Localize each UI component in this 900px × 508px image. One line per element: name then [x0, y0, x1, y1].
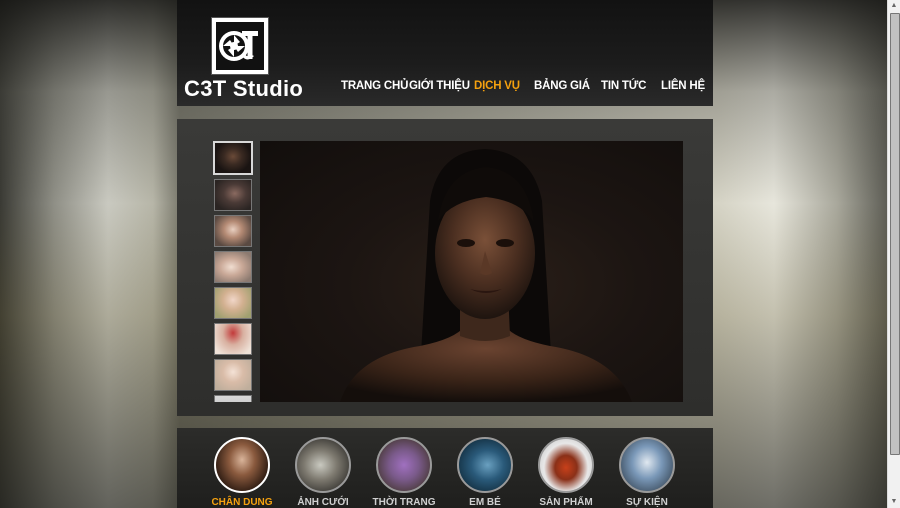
site-header: C3T Studio TRANG CHỦ GIỚI THIỆU DỊCH VỤ … [177, 0, 713, 106]
thumbnail-8[interactable] [214, 395, 252, 402]
thumbnail-5[interactable] [214, 287, 252, 319]
category-label: THỜI TRANG [372, 497, 436, 508]
category-su-kien[interactable]: SỰ KIỆN [616, 437, 678, 508]
thumbnail-6[interactable] [214, 323, 252, 355]
category-label: SẢN PHẨM [539, 497, 593, 508]
gallery-slider [177, 119, 713, 416]
category-image [619, 437, 675, 493]
portrait-photo [340, 149, 632, 402]
thumbnail-4[interactable] [214, 251, 252, 283]
brand-name[interactable]: C3T Studio [184, 76, 303, 102]
category-san-pham[interactable]: SẢN PHẨM [535, 437, 597, 508]
service-categories: CHÂN DUNG ẢNH CƯỚI THỜI TRANG EM BÉ SẢN … [177, 428, 713, 508]
nav-item-trang-chu[interactable]: TRANG CHỦ [341, 80, 408, 92]
thumbnail-3[interactable] [214, 215, 252, 247]
category-label: EM BÉ [469, 497, 501, 508]
main-gallery-photo[interactable] [260, 141, 683, 402]
category-label: SỰ KIỆN [626, 497, 668, 508]
page-scrollbar[interactable]: ▲ ▼ [887, 0, 900, 508]
category-image [376, 437, 432, 493]
category-label: CHÂN DUNG [211, 497, 273, 508]
logo[interactable] [211, 17, 269, 75]
thumbnail-2[interactable] [214, 179, 252, 211]
category-anh-cuoi[interactable]: ẢNH CƯỚI [292, 437, 354, 508]
category-chan-dung[interactable]: CHÂN DUNG [211, 437, 273, 508]
category-thoi-trang[interactable]: THỜI TRANG [373, 437, 435, 508]
thumbnail-7[interactable] [214, 359, 252, 391]
nav-item-gioi-thieu[interactable]: GIỚI THIỆU [409, 80, 470, 92]
category-image [457, 437, 513, 493]
category-label: ẢNH CƯỚI [297, 497, 349, 508]
scrollbar-thumb[interactable] [890, 13, 900, 455]
thumbnail-1[interactable] [213, 141, 253, 175]
scroll-down-arrow-icon[interactable]: ▼ [888, 496, 900, 508]
category-image [214, 437, 270, 493]
category-image [295, 437, 351, 493]
nav-item-bang-gia[interactable]: BẢNG GIÁ [534, 80, 590, 92]
nav-item-lien-he[interactable]: LIÊN HỆ [661, 80, 705, 92]
camera-shutter-logo-icon [216, 22, 264, 70]
category-image [538, 437, 594, 493]
thumbnail-strip[interactable] [213, 141, 253, 402]
nav-item-tin-tuc[interactable]: TIN TỨC [601, 80, 646, 92]
nav-item-dich-vu[interactable]: DỊCH VỤ [474, 80, 520, 92]
category-em-be[interactable]: EM BÉ [454, 437, 516, 508]
scroll-up-arrow-icon[interactable]: ▲ [888, 0, 900, 12]
